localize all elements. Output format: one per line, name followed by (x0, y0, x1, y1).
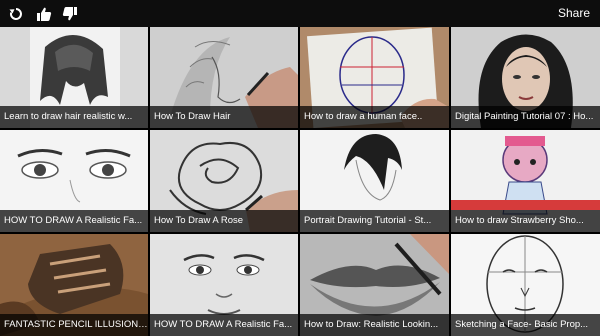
video-tile[interactable]: How to Draw: Realistic Lookin... (300, 234, 449, 336)
video-title: Learn to draw hair realistic w... (0, 106, 148, 128)
thumbs-up-icon[interactable] (32, 2, 56, 26)
video-title: How to draw Strawberry Sho... (451, 210, 600, 232)
video-title: Portrait Drawing Tutorial - St... (300, 210, 449, 232)
thumbs-down-icon[interactable] (58, 2, 82, 26)
video-grid: Learn to draw hair realistic w... How To… (0, 27, 600, 336)
refresh-icon[interactable] (4, 2, 28, 26)
video-tile[interactable]: Sketching a Face- Basic Prop... (451, 234, 600, 336)
video-title: How To Draw A Rose (150, 210, 298, 232)
video-title: FANTASTIC PENCIL ILLUSION!... (0, 314, 148, 336)
video-title: Digital Painting Tutorial 07 : Ho... (451, 106, 600, 128)
toolbar: Share (0, 0, 600, 27)
video-tile[interactable]: Portrait Drawing Tutorial - St... (300, 130, 449, 232)
video-title: HOW TO DRAW A Realistic Fa... (150, 314, 298, 336)
share-button[interactable]: Share (558, 0, 590, 27)
video-tile[interactable]: HOW TO DRAW A Realistic Fa... (150, 234, 298, 336)
video-title: How to Draw: Realistic Lookin... (300, 314, 449, 336)
video-title: How to draw a human face.. (300, 106, 449, 128)
video-tile[interactable]: How to draw Strawberry Sho... (451, 130, 600, 232)
video-title: How To Draw Hair (150, 106, 298, 128)
video-tile[interactable]: FANTASTIC PENCIL ILLUSION!... (0, 234, 148, 336)
video-title: Sketching a Face- Basic Prop... (451, 314, 600, 336)
video-tile[interactable]: How To Draw Hair (150, 27, 298, 128)
video-tile[interactable]: How to draw a human face.. (300, 27, 449, 128)
video-tile[interactable]: Digital Painting Tutorial 07 : Ho... (451, 27, 600, 128)
video-tile[interactable]: Learn to draw hair realistic w... (0, 27, 148, 128)
video-title: HOW TO DRAW A Realistic Fa... (0, 210, 148, 232)
video-tile[interactable]: How To Draw A Rose (150, 130, 298, 232)
video-tile[interactable]: HOW TO DRAW A Realistic Fa... (0, 130, 148, 232)
